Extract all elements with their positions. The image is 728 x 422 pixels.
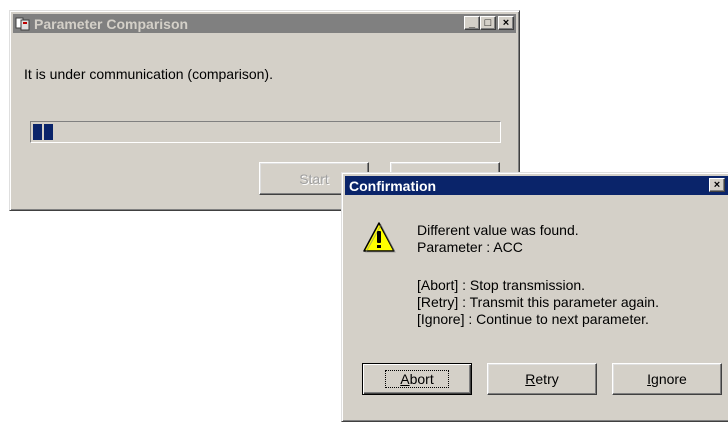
retry-label-rest: etry: [535, 371, 559, 387]
ignore-label-rest: gnore: [651, 371, 687, 387]
retry-button-label: Retry: [525, 371, 558, 387]
ignore-button-label: Ignore: [647, 371, 687, 387]
ignore-button[interactable]: Ignore: [612, 363, 722, 395]
abort-label-rest: bort: [409, 371, 434, 387]
progress-fill: [33, 124, 55, 140]
close-icon: ×: [713, 178, 721, 191]
dialog-close-button[interactable]: ×: [709, 178, 725, 192]
close-button[interactable]: ×: [498, 16, 514, 30]
parameter-comparison-titlebar[interactable]: Parameter Comparison _ □ ×: [13, 14, 516, 33]
retry-button[interactable]: Retry: [487, 363, 597, 395]
minimize-icon: _: [468, 16, 476, 29]
confirmation-titlebar[interactable]: Confirmation ×: [345, 176, 728, 195]
maximize-button[interactable]: □: [480, 16, 496, 30]
progress-bar: [30, 121, 501, 143]
progress-block: [44, 124, 53, 140]
start-button-label: Start: [299, 170, 329, 187]
confirmation-dialog: Confirmation × Different value was found…: [341, 172, 728, 422]
dialog-line-4: [Retry] : Transmit this parameter again.: [417, 294, 659, 310]
abort-button[interactable]: Abort: [362, 363, 472, 395]
dialog-line-1: Different value was found.: [417, 222, 579, 238]
dialog-line-2: Parameter : ACC: [417, 239, 523, 255]
application-icon: [15, 16, 31, 32]
retry-hotkey: R: [525, 371, 536, 387]
progress-block: [33, 124, 42, 140]
maximize-icon: □: [484, 16, 492, 29]
dialog-title: Confirmation: [349, 177, 437, 194]
warning-icon: [362, 221, 396, 256]
abort-button-label: Abort: [385, 370, 449, 388]
status-message: It is under communication (comparison).: [24, 66, 273, 82]
dialog-line-3: [Abort] : Stop transmission.: [417, 277, 586, 293]
dialog-line-5: [Ignore] : Continue to next parameter.: [417, 311, 649, 327]
window-title: Parameter Comparison: [34, 15, 189, 32]
abort-hotkey: A: [400, 371, 410, 387]
close-icon: ×: [502, 16, 510, 29]
minimize-button[interactable]: _: [464, 16, 480, 30]
